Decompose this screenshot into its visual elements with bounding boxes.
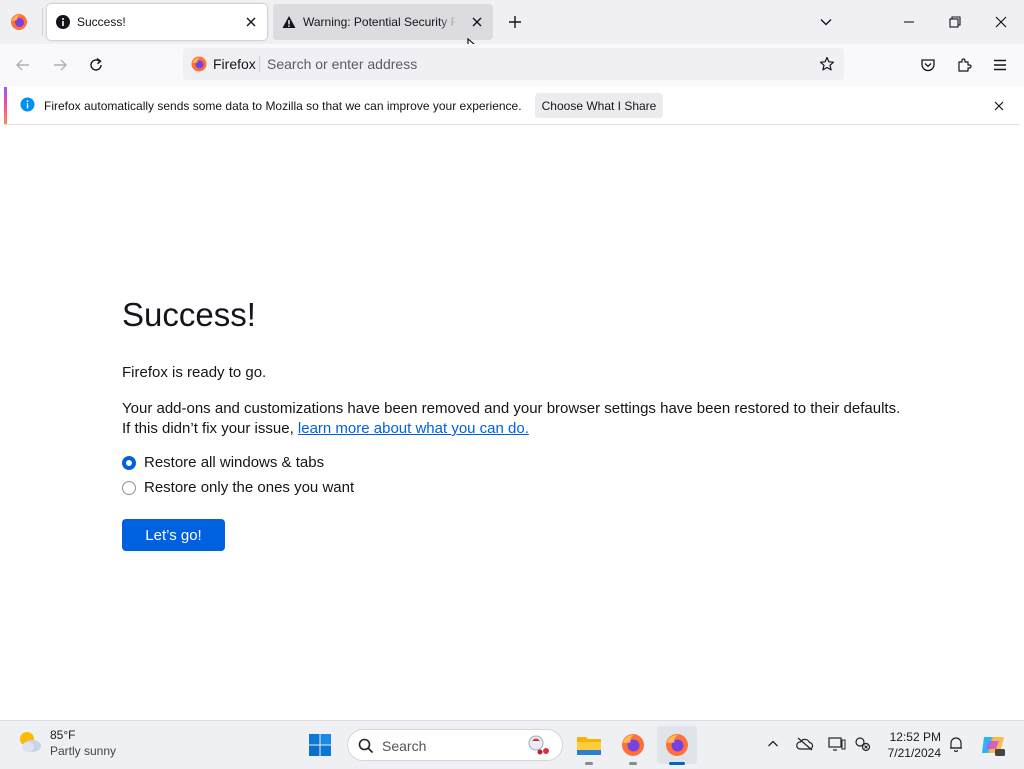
firefox-view-icon[interactable] [9, 12, 29, 32]
option-label: Restore only the ones you want [144, 479, 355, 496]
clock-time: 12:52 PM [889, 730, 941, 744]
chevron-up-icon[interactable] [764, 735, 782, 753]
running-indicator [585, 762, 593, 765]
restore-some-option[interactable]: Restore only the ones you want [122, 479, 354, 496]
display-icon[interactable] [827, 735, 847, 753]
network-disconnected-icon[interactable] [853, 735, 873, 753]
plus-icon[interactable] [505, 12, 525, 32]
close-tab-icon[interactable] [244, 15, 258, 29]
tab-success[interactable]: Success! [47, 4, 267, 40]
reload-icon[interactable] [86, 55, 106, 75]
close-window-icon[interactable] [990, 12, 1012, 32]
running-indicator [629, 762, 637, 765]
choose-what-i-share-button[interactable]: Choose What I Share [535, 93, 663, 118]
divider [259, 56, 260, 72]
windows-start-icon[interactable] [306, 731, 334, 759]
ready-text: Firefox is ready to go. [122, 364, 267, 381]
lets-go-button[interactable]: Let’s go! [122, 519, 225, 551]
restore-icon[interactable] [944, 12, 966, 32]
learn-more-link[interactable]: learn more about what you can do. [298, 420, 529, 437]
radio-selected-icon[interactable] [122, 455, 136, 470]
page-title: Success! [122, 296, 256, 333]
tab-label: Warning: Potential Security Risk Ahead [303, 15, 457, 29]
firefox-active-taskbar-icon[interactable] [663, 731, 691, 759]
tab-strip: Success! Warning: Potential Security Ris… [0, 0, 1024, 57]
info-icon [20, 97, 35, 112]
search-icon [358, 738, 374, 759]
close-icon[interactable] [989, 96, 1009, 116]
radio-unselected-icon[interactable] [122, 480, 136, 495]
notification-accent [4, 87, 7, 124]
divider [42, 8, 43, 36]
weather-desc: Partly sunny [50, 744, 117, 758]
search-highlight-icon [526, 733, 554, 762]
navigation-toolbar: Firefox [0, 44, 1024, 86]
notification-message: Firefox automatically sends some data to… [44, 99, 522, 113]
search-label: Search [382, 738, 427, 754]
fix-text: If this didn’t fix your issue, [122, 420, 298, 437]
tab-warning[interactable]: Warning: Potential Security Risk Ahead [273, 4, 493, 40]
tab-label: Success! [77, 15, 126, 29]
restore-all-option[interactable]: Restore all windows & tabs [122, 454, 324, 471]
file-explorer-icon[interactable] [575, 731, 603, 759]
firefox-logo-icon [191, 56, 207, 72]
star-icon[interactable] [817, 54, 837, 74]
page-content: Success! Firefox is ready to go. Your ad… [0, 127, 1024, 719]
close-tab-icon[interactable] [470, 15, 484, 29]
notification-bar: Firefox automatically sends some data to… [4, 87, 1020, 125]
firefox-taskbar-icon[interactable] [619, 731, 647, 759]
description-text: Your add-ons and customizations have bee… [122, 399, 912, 439]
bell-icon[interactable] [947, 735, 965, 753]
identity-label: Firefox [213, 56, 256, 72]
option-label: Restore all windows & tabs [144, 454, 325, 471]
identity-box[interactable]: Firefox [189, 53, 262, 75]
extensions-icon[interactable] [954, 55, 974, 75]
warning-icon [282, 15, 296, 29]
copilot-icon[interactable] [979, 731, 1007, 759]
weather-temp: 85°F [50, 728, 76, 742]
chevron-down-icon[interactable] [816, 12, 836, 32]
partly-sunny-icon [16, 728, 44, 756]
removed-text: Your add-ons and customizations have bee… [122, 400, 901, 417]
active-indicator [669, 762, 685, 765]
pocket-icon[interactable] [918, 55, 938, 75]
taskbar-search[interactable]: Search [347, 729, 563, 761]
back-arrow-icon[interactable] [13, 55, 33, 75]
taskbar: 85°F Partly sunny Search 12:52 PM 7/21/2… [0, 720, 1024, 769]
onedrive-offline-icon[interactable] [795, 735, 815, 753]
forward-arrow-icon[interactable] [50, 55, 70, 75]
weather-widget[interactable]: 85°F Partly sunny [16, 728, 116, 758]
clock-date: 7/21/2024 [887, 746, 941, 760]
clock[interactable]: 12:52 PM 7/21/2024 [880, 729, 941, 761]
menu-icon[interactable] [990, 55, 1010, 75]
address-input[interactable] [267, 54, 797, 74]
url-bar[interactable]: Firefox [183, 48, 844, 80]
minimize-icon[interactable] [898, 12, 920, 32]
info-icon [56, 15, 70, 29]
